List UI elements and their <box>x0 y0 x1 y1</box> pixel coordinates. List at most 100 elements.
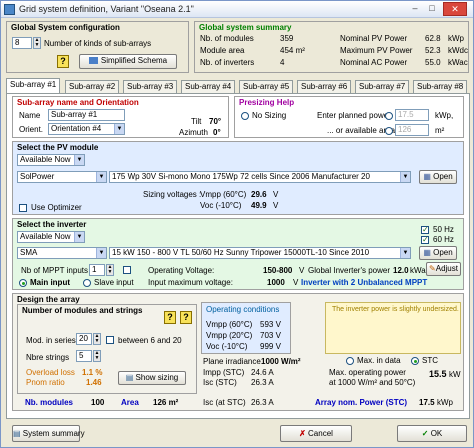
pv-filter-select[interactable]: Available Now ▼ <box>17 154 85 166</box>
no-sizing-label: No Sizing <box>252 111 287 120</box>
adjust-button[interactable]: ✎Adjust <box>426 262 461 276</box>
global-summary-header: Global system summary <box>199 23 292 32</box>
mppt-input[interactable]: 1 <box>89 264 105 276</box>
tab-subarray-6[interactable]: Sub-array #6 <box>297 80 352 93</box>
cancel-icon: ✗ <box>299 429 306 438</box>
inverter-group: Select the inverter Available Now▼ 50 Hz… <box>12 218 464 290</box>
area-radio[interactable] <box>385 127 393 135</box>
warning-box: The inverter power is slightly undersize… <box>325 302 461 354</box>
vmpp20-label: Vmpp (20°C) <box>206 331 253 340</box>
voc10-label: Voc (-10°C) <box>206 342 248 351</box>
pv-open-button[interactable]: ▦ Open <box>419 170 457 184</box>
planned-power-input[interactable]: 17.5 <box>395 109 429 121</box>
ok-button[interactable]: ✓ OK <box>397 425 467 442</box>
planned-power-unit: kWp, <box>435 111 454 120</box>
array-power-unit: kWp <box>437 398 453 407</box>
help-icon[interactable]: ? <box>57 55 69 68</box>
maximize-button[interactable]: □ <box>424 2 440 16</box>
inverter-model-select[interactable]: 15 kW 150 - 800 V TL 50/60 Hz Sunny Trip… <box>109 247 411 259</box>
main-input-label: Main input <box>30 278 70 287</box>
chevron-down-icon: ▼ <box>400 248 410 258</box>
subarray-tabs: Sub-array #1 Sub-array #2 Sub-array #3 S… <box>6 78 470 93</box>
system-summary-button[interactable]: ▤ System summary <box>12 425 85 442</box>
pv-manufacturer-select[interactable]: SolPower ▼ <box>17 171 107 183</box>
stc-radio[interactable] <box>411 357 419 365</box>
open-icon: ▦ <box>423 248 431 257</box>
area-input[interactable]: 126 <box>395 124 429 136</box>
sizing-label: Sizing voltages : <box>143 190 202 199</box>
inverter-filter-select[interactable]: Available Now ▼ <box>17 231 85 243</box>
simplified-schema-button[interactable]: Simplified Schema <box>79 54 177 69</box>
op-voltage-value: 150-800 <box>263 266 293 275</box>
tab-subarray-2[interactable]: Sub-array #2 <box>65 80 120 93</box>
hz60-label: 60 Hz <box>433 235 454 244</box>
overload-value: 1.1 % <box>82 368 103 377</box>
num-arrays-input[interactable]: 8 <box>12 37 32 49</box>
mppt-spinner[interactable]: ▲ ▼ <box>106 264 114 276</box>
hz60-checkbox[interactable] <box>421 235 429 244</box>
close-button[interactable]: ✕ <box>443 2 467 16</box>
summary-unit: kWac <box>448 58 468 67</box>
planned-power-radio[interactable] <box>385 112 393 120</box>
name-input[interactable]: Sub-array #1 <box>48 109 125 121</box>
chevron-down-icon: ▼ <box>74 232 84 242</box>
tab-subarray-1[interactable]: Sub-array #1 <box>6 78 61 93</box>
tab-subarray-4[interactable]: Sub-array #4 <box>181 80 236 93</box>
summary-value: 52.3 <box>425 46 441 55</box>
warning-text: The inverter power is slightly undersize… <box>332 306 459 313</box>
azimuth-label: Azimuth <box>179 128 208 137</box>
system-summary-label: System summary <box>22 429 85 438</box>
between-checkbox[interactable] <box>106 336 114 344</box>
tab-subarray-5[interactable]: Sub-array #5 <box>239 80 294 93</box>
slave-input-radio[interactable] <box>83 279 91 287</box>
strings-input[interactable]: 5 <box>76 350 92 362</box>
inverter-manufacturer-select[interactable]: SMA ▼ <box>17 247 107 259</box>
unbalanced-message: Inverter with 2 Unbalanced MPPT <box>301 278 428 287</box>
presizing-header: Presizing Help <box>239 98 295 107</box>
vmpp60-value: 593 V <box>260 320 281 329</box>
global-summary-group: Global system summary Nb. of modules 359… <box>194 21 469 73</box>
strings-spinner[interactable]: ▲ ▼ <box>93 350 101 362</box>
help-icon[interactable]: ? <box>180 311 192 324</box>
area-value: 126 m² <box>153 398 179 407</box>
max-data-radio[interactable] <box>346 357 354 365</box>
series-spinner[interactable]: ▲ ▼ <box>93 333 101 345</box>
max-op-value: 15.5 <box>429 369 447 379</box>
main-input-radio[interactable] <box>19 279 27 287</box>
subarray-name-header: Sub-array name and Orientation <box>17 98 139 107</box>
tab-subarray-8[interactable]: Sub-array #8 <box>413 80 468 93</box>
summary-label: Maximum PV Power <box>340 46 413 55</box>
app-icon <box>4 4 15 15</box>
use-optimizer-checkbox[interactable] <box>19 204 27 212</box>
hz50-checkbox[interactable] <box>421 225 429 234</box>
tilt-label: Tilt <box>191 117 202 126</box>
tab-subarray-7[interactable]: Sub-array #7 <box>355 80 410 93</box>
cancel-button[interactable]: ✗ Cancel <box>280 425 352 442</box>
num-arrays-spinner[interactable]: ▲ ▼ <box>33 37 41 49</box>
name-label: Name <box>19 111 41 120</box>
orient-select[interactable]: Orientation #4 ▼ <box>48 123 125 135</box>
max-voltage-label: Input maximum voltage: <box>148 278 233 287</box>
show-sizing-button[interactable]: ▤ Show sizing <box>118 371 186 385</box>
minimize-button[interactable]: – <box>407 2 423 16</box>
no-sizing-radio[interactable] <box>241 112 249 120</box>
summary-value: 62.8 <box>425 34 441 43</box>
series-input[interactable]: 20 <box>76 333 92 345</box>
window-title: Grid system definition, Variant "Oseana … <box>19 4 194 14</box>
grid-system-window: Grid system definition, Variant "Oseana … <box>0 0 474 448</box>
help-icon[interactable]: ? <box>164 311 176 324</box>
tab-subarray-3[interactable]: Sub-array #3 <box>123 80 178 93</box>
pv-model-select[interactable]: 175 Wp 30V Si-mono Mono 175Wp 72 cells S… <box>109 171 411 183</box>
orient-value: Orientation #4 <box>51 124 102 133</box>
adjust-icon: ✎ <box>429 264 436 273</box>
vmpp-label: Vmpp (60°C) <box>200 190 247 199</box>
mppt-checkbox[interactable] <box>123 266 131 274</box>
hz50-label: 50 Hz <box>433 225 454 234</box>
inverter-filter-value: Available Now <box>20 232 71 241</box>
area-unit: m² <box>435 126 445 135</box>
inverter-open-button[interactable]: ▦ Open <box>419 246 457 260</box>
summary-value: 4 <box>280 58 285 67</box>
voc10-value: 999 V <box>260 342 281 351</box>
isc-at-value: 26.3 A <box>251 398 274 407</box>
pv-open-label: Open <box>433 172 453 181</box>
